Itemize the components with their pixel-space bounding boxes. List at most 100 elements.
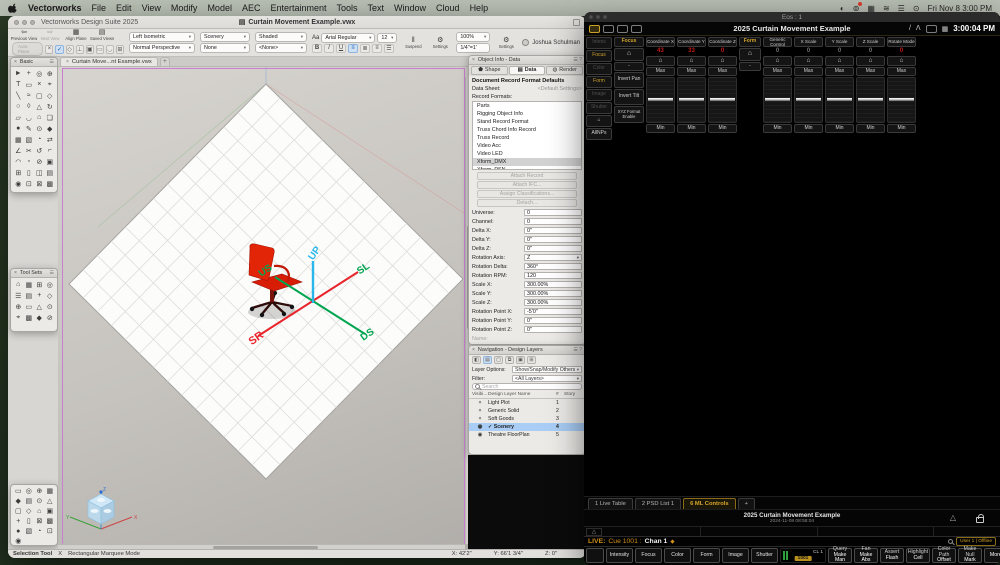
tool-icon[interactable]: ⊠ bbox=[34, 178, 45, 189]
min-button[interactable]: Min bbox=[825, 124, 854, 133]
workspace-tab[interactable]: 6 ML Controls bbox=[683, 498, 736, 509]
new-tab-button[interactable]: + bbox=[160, 57, 170, 66]
slider-handle[interactable] bbox=[858, 98, 883, 101]
tool-icon[interactable]: ▧ bbox=[24, 526, 35, 536]
font-dropdown[interactable]: Arial Regular▾ bbox=[321, 33, 375, 43]
eos-category-shutter[interactable]: Shutter bbox=[586, 102, 612, 114]
monitor-4-icon[interactable] bbox=[631, 25, 642, 33]
param-slider[interactable] bbox=[677, 77, 706, 123]
align-center-button[interactable]: ≣ bbox=[360, 44, 370, 53]
record-item[interactable]: Rigging Object Info bbox=[473, 110, 581, 118]
tool-icon[interactable]: △ bbox=[45, 496, 56, 506]
param-tab[interactable]: Z Scale bbox=[856, 37, 885, 47]
bold-button[interactable]: B bbox=[312, 44, 322, 53]
slider-handle[interactable] bbox=[648, 98, 673, 101]
record-item[interactable]: Truss Record bbox=[473, 134, 581, 142]
render-mode-dropdown[interactable]: Shaded▾ bbox=[255, 32, 307, 42]
align-right-button[interactable]: ≡ bbox=[372, 44, 382, 53]
home-button[interactable]: ⌂ bbox=[614, 48, 644, 61]
softkey-shutter[interactable]: Shutter bbox=[751, 548, 778, 563]
menu-edit[interactable]: Edit bbox=[116, 3, 132, 13]
tool-icon[interactable]: ✂ bbox=[24, 145, 35, 156]
tool-icon[interactable]: ▦ bbox=[45, 486, 56, 496]
record-item[interactable]: Video Acc bbox=[473, 142, 581, 150]
tab-shape[interactable]: ⬟Shape bbox=[471, 66, 508, 75]
detach-button[interactable]: Detach... bbox=[477, 199, 577, 207]
sheet-layers-icon[interactable]: ▢ bbox=[494, 356, 503, 364]
tool-icon[interactable]: ▢ bbox=[13, 506, 24, 516]
mode-icon-7[interactable]: ◡ bbox=[106, 45, 114, 54]
tool-icon[interactable]: ∠ bbox=[13, 145, 24, 156]
tool-icon[interactable]: ◇ bbox=[45, 290, 56, 301]
displays-icon[interactable] bbox=[926, 25, 937, 33]
param-tab[interactable]: Y Scale bbox=[825, 37, 854, 47]
eos-category-allnps[interactable]: AllNPs bbox=[586, 128, 612, 140]
softkey-make-abs[interactable]: FanMake Abs bbox=[854, 548, 878, 563]
layer-row[interactable]: ×Soft Goods3 bbox=[469, 415, 585, 423]
record-item[interactable]: Truss Chord Info Record bbox=[473, 126, 581, 134]
tool-icon[interactable]: ↻ bbox=[45, 101, 56, 112]
monitor-2-icon[interactable] bbox=[603, 25, 614, 33]
menu-window[interactable]: Window bbox=[394, 3, 426, 13]
home-button[interactable]: ⌂ bbox=[825, 56, 854, 66]
min-button[interactable]: Min bbox=[856, 124, 885, 133]
softkey-make-man[interactable]: QueryMake Man bbox=[828, 548, 852, 563]
hidden-icon[interactable]: × bbox=[472, 416, 488, 422]
field-input[interactable]: -5'0" bbox=[524, 308, 582, 315]
italic-button[interactable]: I bbox=[324, 44, 334, 53]
tool-icon[interactable]: ▦ bbox=[24, 279, 35, 290]
softkey-image[interactable]: Image bbox=[722, 548, 749, 563]
layer-row[interactable]: ×Light Plot1 bbox=[469, 399, 585, 407]
tool-icon[interactable]: ◠ bbox=[13, 156, 24, 167]
tab-render[interactable]: ◍Render bbox=[546, 66, 583, 75]
tool-icon[interactable]: ⊙ bbox=[45, 301, 56, 312]
tool-icon[interactable]: ◆ bbox=[13, 496, 24, 506]
monitor-3-icon[interactable] bbox=[617, 25, 628, 33]
tool-icon[interactable]: ▭ bbox=[24, 79, 35, 90]
min-button[interactable]: Min bbox=[646, 124, 675, 133]
menu-aec[interactable]: AEC bbox=[242, 3, 261, 13]
max-button[interactable]: Max bbox=[708, 67, 737, 76]
tool-icon[interactable]: ⊙ bbox=[34, 496, 45, 506]
field-input[interactable]: 0 bbox=[524, 209, 582, 216]
eos-category-⌂[interactable]: ⌂ bbox=[586, 115, 612, 127]
home-button[interactable]: ⌂ bbox=[677, 56, 706, 66]
field-input[interactable]: Z bbox=[524, 254, 582, 261]
font-size-dropdown[interactable]: 12▾ bbox=[377, 33, 397, 43]
doc-settings-button[interactable]: ⚙Settings bbox=[495, 37, 517, 49]
tool-icon[interactable]: ⊞ bbox=[13, 167, 24, 178]
eos-category-color[interactable]: Color bbox=[586, 63, 612, 75]
tool-icon[interactable]: ❏ bbox=[45, 112, 56, 123]
record-item[interactable]: Xform_DMX bbox=[473, 158, 581, 166]
param-tab[interactable]: Coordinate Y bbox=[677, 37, 706, 47]
min-button[interactable]: Min bbox=[887, 124, 916, 133]
hidden-icon[interactable]: × bbox=[472, 400, 488, 406]
max-button[interactable]: Max bbox=[825, 67, 854, 76]
menu-icon[interactable]: ☰ bbox=[50, 270, 54, 276]
invert-pan-button[interactable]: Invert Pan bbox=[614, 72, 644, 88]
tool-icon[interactable]: △ bbox=[34, 101, 45, 112]
tool-icon[interactable]: ◎ bbox=[45, 279, 56, 290]
param-tab[interactable]: Coordinate Z bbox=[708, 37, 737, 47]
drawing-viewport[interactable]: US UP SL SR DS bbox=[58, 67, 470, 549]
tool-icon[interactable]: ◎ bbox=[34, 68, 45, 79]
tool-icon[interactable]: ⌂ bbox=[34, 506, 45, 516]
tool-icon[interactable]: ● bbox=[13, 123, 24, 134]
min-button[interactable]: Min bbox=[677, 124, 706, 133]
softkey-flash[interactable]: AssertFlash bbox=[880, 548, 904, 563]
softkey-color[interactable]: Color bbox=[664, 548, 691, 563]
tool-icon[interactable]: ⇄ bbox=[45, 134, 56, 145]
max-button[interactable]: Max bbox=[646, 67, 675, 76]
tool-icon[interactable]: ▯ bbox=[24, 167, 35, 178]
collapse-button[interactable]: - bbox=[739, 62, 761, 71]
user-status-badge[interactable]: User 1 | Offline bbox=[956, 537, 996, 546]
attach-ifc-button[interactable]: Attach IFC... bbox=[477, 181, 577, 189]
tool-icon[interactable]: ◇ bbox=[24, 506, 35, 516]
tool-icon[interactable]: ≈ bbox=[24, 90, 35, 101]
fader-page-icon[interactable]: △ bbox=[586, 528, 602, 536]
eos-titlebar[interactable]: Eos : 1 bbox=[584, 12, 1000, 22]
max-button[interactable]: Max bbox=[887, 67, 916, 76]
menu-entertainment[interactable]: Entertainment bbox=[270, 3, 326, 13]
layer-options-dropdown[interactable]: Show/Snap/Modify Others▾ bbox=[512, 366, 582, 373]
tool-icon[interactable]: ✎ bbox=[24, 123, 35, 134]
